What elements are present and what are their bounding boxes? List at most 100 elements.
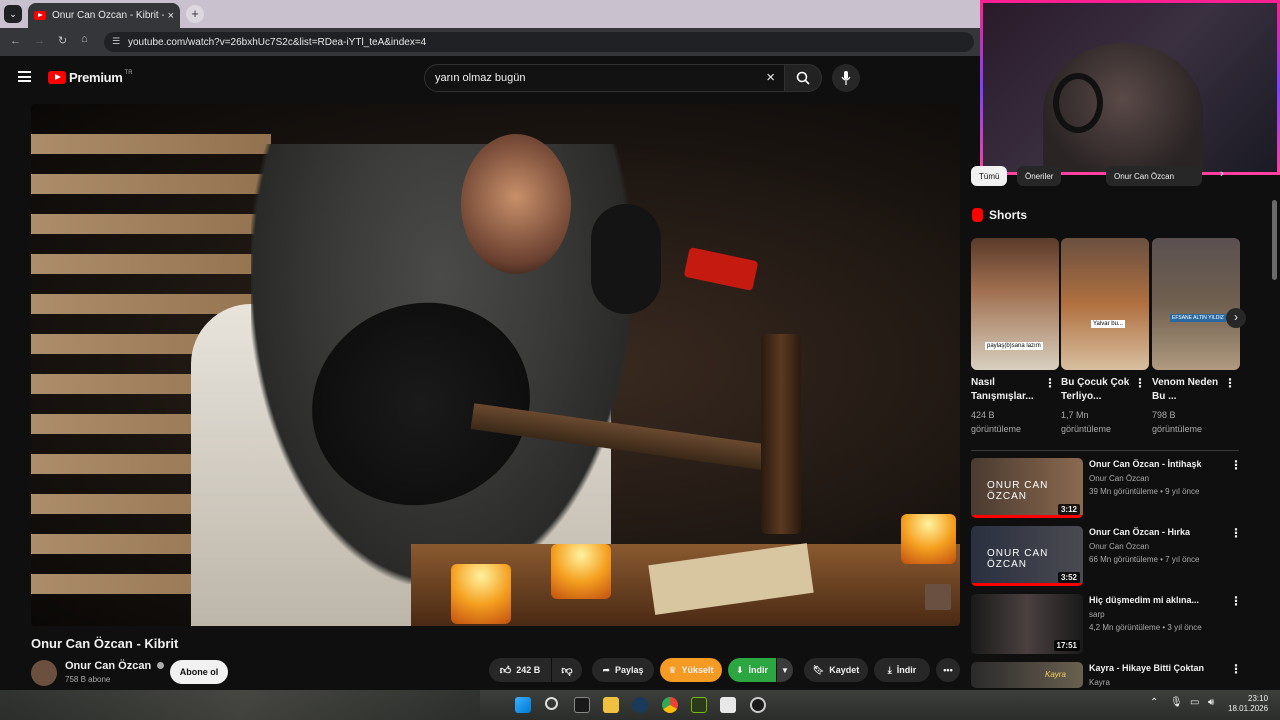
- mic-red-part: [683, 247, 759, 291]
- download-button[interactable]: ⬇ İndir: [728, 658, 776, 682]
- share-button[interactable]: ➦ Paylaş: [592, 658, 654, 682]
- download-secondary-button[interactable]: ⤓ İndir: [874, 658, 930, 682]
- menu-icon[interactable]: [18, 71, 31, 82]
- shorts-header: Shorts: [972, 208, 1027, 222]
- related-thumbnail[interactable]: Kayra: [971, 662, 1083, 688]
- youtube-play-logo-icon: [48, 71, 66, 84]
- more-vertical-icon[interactable]: ⋮: [1134, 377, 1146, 389]
- related-title[interactable]: Onur Can Özcan - Hırka: [1089, 527, 1229, 537]
- back-icon[interactable]: ←: [10, 35, 21, 47]
- network-icon[interactable]: ▭: [1190, 697, 1199, 708]
- background-blind: [31, 214, 271, 234]
- clock-time: 23:10: [1248, 694, 1269, 703]
- tab-close-icon[interactable]: ×: [168, 10, 174, 22]
- related-thumbnail[interactable]: ONUR CAN ÖZCAN 3:12: [971, 458, 1083, 518]
- like-button[interactable]: 👍︎ 242 B: [489, 658, 551, 682]
- avatar[interactable]: [31, 660, 57, 686]
- divider: [971, 450, 1239, 451]
- obs-icon[interactable]: [750, 697, 766, 713]
- more-actions-button[interactable]: •••: [936, 658, 960, 682]
- volume-icon[interactable]: 🔊︎: [1208, 697, 1214, 708]
- chrome-icon[interactable]: [662, 697, 678, 713]
- search-icon[interactable]: [545, 697, 558, 710]
- channel-name[interactable]: Onur Can Özcan: [65, 660, 165, 672]
- url-text: youtube.com/watch?v=26bxhUc7S2c&list=RDe…: [128, 36, 427, 48]
- youtube-logo[interactable]: Premium TR: [48, 70, 133, 85]
- clock-date: 18.01.2026: [1228, 704, 1269, 713]
- background-blind: [31, 174, 271, 194]
- related-title[interactable]: Onur Can Özcan - İntihaşk: [1089, 459, 1229, 469]
- download-label: İndir: [748, 665, 769, 675]
- related-meta: 66 Mn görüntüleme • 7 yıl önce: [1089, 555, 1200, 564]
- related-title[interactable]: Kayra - Hikaye Bitti Çoktan: [1089, 663, 1229, 673]
- reload-icon[interactable]: ↻: [58, 34, 67, 47]
- background-blind: [31, 254, 271, 274]
- watch-progress: [971, 583, 1083, 586]
- more-vertical-icon[interactable]: ⋮: [1044, 377, 1056, 389]
- download-secondary-label: İndir: [896, 665, 917, 675]
- short-title[interactable]: Bu Çocuk Çok Terliyo...: [1061, 376, 1131, 404]
- file-explorer-icon[interactable]: [603, 697, 619, 713]
- related-title[interactable]: Hiç düşmedim mi aklına...: [1089, 595, 1229, 605]
- shorts-next-button[interactable]: ›: [1226, 308, 1246, 328]
- download-arrow-icon: ⤓: [887, 664, 892, 675]
- upgrade-button[interactable]: ♛ Yükselt: [660, 658, 722, 682]
- short-thumbnail[interactable]: Yalvar bu...: [1061, 238, 1149, 370]
- clear-search-icon[interactable]: ×: [766, 69, 775, 86]
- site-info-icon[interactable]: ☰: [112, 36, 120, 47]
- download-options-button[interactable]: ▼: [777, 658, 793, 682]
- short-caption: Yalvar bu...: [1091, 320, 1125, 328]
- related-thumbnail[interactable]: 17:51: [971, 594, 1083, 654]
- tray-chevron-up-icon[interactable]: ⌃: [1150, 697, 1158, 708]
- steam-icon[interactable]: [632, 697, 648, 713]
- related-thumbnail[interactable]: ONUR CAN ÖZCAN 3:52: [971, 526, 1083, 586]
- more-vertical-icon[interactable]: ⋮: [1230, 527, 1242, 539]
- related-channel[interactable]: sarp: [1089, 610, 1105, 619]
- related-channel[interactable]: Onur Can Özcan: [1089, 474, 1149, 483]
- voice-search-button[interactable]: [832, 64, 860, 92]
- forward-icon[interactable]: →: [34, 35, 45, 47]
- microphone: [591, 204, 661, 314]
- related-channel[interactable]: Kayra: [1089, 678, 1110, 687]
- chip-recommended[interactable]: Öneriler: [1017, 166, 1062, 186]
- related-channel[interactable]: Onur Can Özcan: [1089, 542, 1149, 551]
- short-thumbnail[interactable]: paylaş(b)sana lazım: [971, 238, 1059, 370]
- microphone-tray-icon[interactable]: 🎙︎: [1170, 697, 1183, 708]
- chevron-right-icon[interactable]: ›: [1220, 168, 1224, 180]
- tab-search-button[interactable]: ⌄: [4, 5, 22, 23]
- search-value: yarın olmaz bugün: [435, 72, 526, 84]
- more-vertical-icon[interactable]: ⋮: [1230, 663, 1242, 675]
- chip-channel[interactable]: Onur Can Özcan: [1106, 166, 1202, 186]
- more-vertical-icon[interactable]: ⋮: [1230, 595, 1242, 607]
- new-tab-button[interactable]: +: [186, 5, 204, 23]
- video-player[interactable]: [31, 104, 960, 626]
- discord-icon[interactable]: [720, 697, 736, 713]
- epic-games-icon[interactable]: [574, 697, 590, 713]
- search-input[interactable]: yarın olmaz bugün ×: [424, 64, 786, 92]
- browser-tab[interactable]: Onur Can Özcan - Kibrit - Y ×: [28, 3, 180, 28]
- subscribe-button[interactable]: Abone ol: [170, 660, 228, 684]
- page-scrollbar[interactable]: [1272, 200, 1277, 280]
- taskbar-clock[interactable]: 23:10 18.01.2026: [1228, 694, 1268, 714]
- start-menu-icon[interactable]: [515, 697, 531, 713]
- youtube-header: Premium TR yarın olmaz bugün ×: [0, 56, 980, 100]
- search-button[interactable]: [784, 64, 822, 92]
- home-icon[interactable]: ⌂: [81, 33, 88, 45]
- candle: [551, 544, 611, 599]
- shorts-heading: Shorts: [989, 208, 1028, 222]
- url-field[interactable]: ☰ youtube.com/watch?v=26bxhUc7S2c&list=R…: [104, 32, 974, 52]
- channel-watermark[interactable]: [925, 584, 951, 610]
- short-title[interactable]: Nasıl Tanışmışlar...: [971, 376, 1041, 404]
- short-views: 424 B görüntüleme: [971, 410, 1022, 434]
- chip-all[interactable]: Tümü: [971, 166, 1008, 186]
- more-vertical-icon[interactable]: ⋮: [1230, 459, 1242, 471]
- video-duration: 17:51: [1053, 640, 1080, 651]
- microphone-icon: [841, 71, 851, 85]
- more-vertical-icon[interactable]: ⋮: [1224, 377, 1236, 389]
- crown-icon: ♛: [668, 664, 677, 675]
- dislike-button[interactable]: 👎︎: [552, 658, 582, 682]
- short-thumbnail[interactable]: EFSANE ALTIN YILDIZ: [1152, 238, 1240, 370]
- nvidia-icon[interactable]: [691, 697, 707, 713]
- save-button[interactable]: 🔖︎ Kaydet: [804, 658, 868, 682]
- short-title[interactable]: Venom Neden Bu ...: [1152, 376, 1222, 404]
